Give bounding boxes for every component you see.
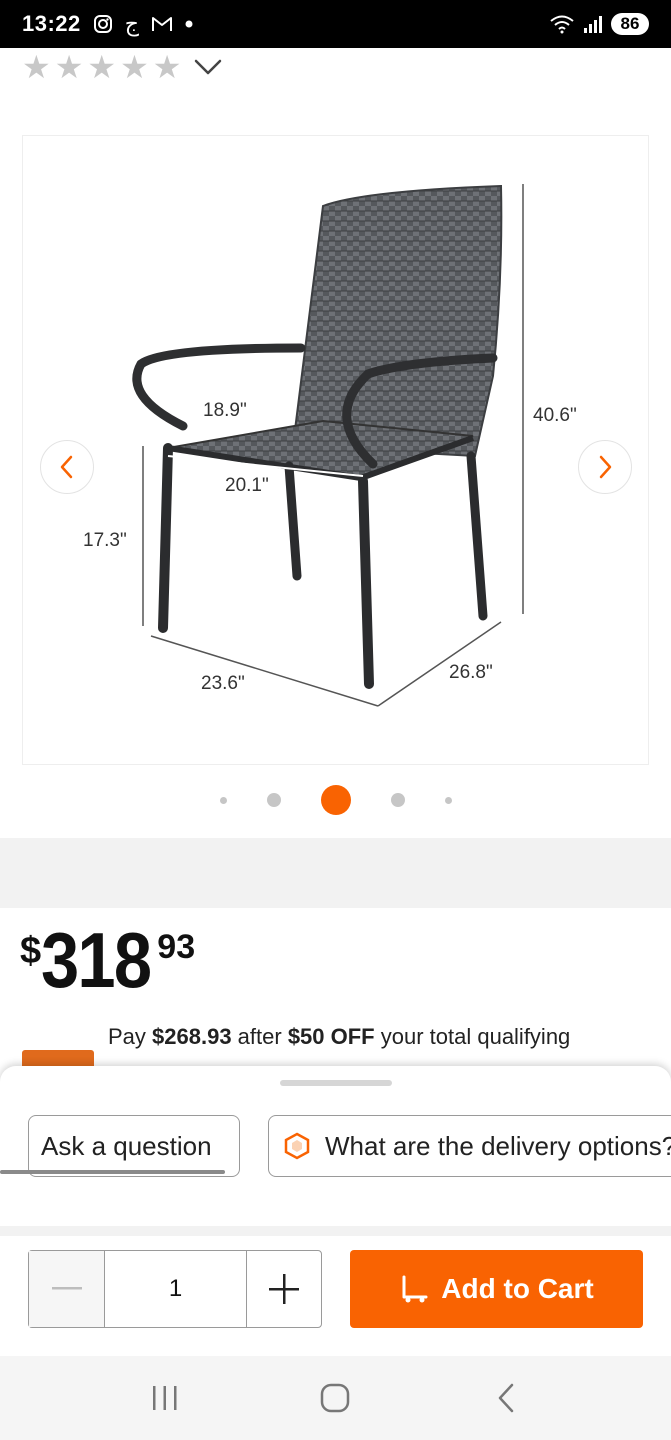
- instagram-icon: [93, 15, 112, 33]
- back-icon: [498, 1383, 514, 1413]
- gallery-pagination: [0, 782, 671, 818]
- gallery-next-button[interactable]: [578, 440, 632, 494]
- battery-level: 86: [611, 13, 649, 35]
- status-time: 13:22: [22, 11, 81, 36]
- star-icon: ★: [87, 49, 117, 85]
- system-nav-bar: [0, 1356, 671, 1440]
- dim-label-seat-width: 20.1": [225, 475, 269, 496]
- delivery-options-label: What are the delivery options?: [325, 1130, 671, 1161]
- status-notification-icons: ج: [93, 11, 193, 37]
- gallery-dot[interactable]: [444, 796, 452, 804]
- price-cents: 93: [157, 928, 196, 966]
- price-dollars: 318: [41, 916, 152, 1004]
- gmail-icon: [151, 17, 172, 31]
- chevron-left-icon: [60, 455, 73, 479]
- dot-icon: [185, 20, 193, 28]
- star-icon: ★: [120, 49, 149, 85]
- status-system-icons: 86: [549, 13, 649, 35]
- promo-suffix: your total qualifying: [374, 1024, 571, 1049]
- add-to-cart-label: Add to Cart: [441, 1273, 594, 1304]
- product-image[interactable]: 18.9" 20.1" 40.6" 17.3" 23.6" 26.8": [23, 136, 650, 766]
- plus-icon: [269, 1274, 299, 1304]
- increment-button[interactable]: [247, 1251, 321, 1327]
- arabic-app-icon: ج: [124, 11, 139, 36]
- dim-label-top-depth: 18.9": [203, 400, 247, 421]
- ask-question-chip[interactable]: Ask a question: [28, 1115, 240, 1177]
- gallery-prev-button[interactable]: [40, 440, 94, 494]
- gallery-dot[interactable]: [390, 793, 405, 807]
- chip-scrollbar[interactable]: [0, 1170, 225, 1174]
- delivery-options-chip[interactable]: What are the delivery options?: [268, 1115, 671, 1177]
- promo-amount: $268.93: [152, 1024, 232, 1049]
- dim-label-seat-height: 17.3": [83, 530, 127, 551]
- star-icon: ★: [54, 49, 84, 85]
- quantity-stepper: 1: [28, 1250, 322, 1328]
- promo-mid: after: [231, 1024, 288, 1049]
- ai-hexagon-icon: [283, 1132, 311, 1160]
- back-button[interactable]: [476, 1368, 536, 1428]
- chevron-right-icon: [599, 455, 612, 479]
- cart-dolly-icon: [399, 1274, 429, 1304]
- home-icon: [321, 1383, 350, 1413]
- gallery-dot[interactable]: [219, 796, 227, 804]
- gallery-dot[interactable]: [266, 793, 281, 807]
- section-divider: [0, 1226, 671, 1236]
- product-gallery: 18.9" 20.1" 40.6" 17.3" 23.6" 26.8": [0, 110, 671, 840]
- rating-row[interactable]: ★ ★ ★ ★ ★: [22, 50, 223, 84]
- dim-label-base-width: 23.6": [201, 673, 245, 694]
- ask-question-label: Ask a question: [41, 1130, 212, 1161]
- product-price: $ 318 93: [20, 918, 195, 1002]
- section-divider: [0, 838, 671, 908]
- quantity-input[interactable]: 1: [104, 1251, 247, 1327]
- recent-apps-icon: [153, 1386, 177, 1410]
- chevron-down-icon[interactable]: [193, 57, 223, 77]
- decrement-button[interactable]: [29, 1251, 104, 1327]
- minus-icon: [51, 1287, 82, 1290]
- price-currency: $: [20, 930, 42, 972]
- star-icon: ★: [152, 49, 182, 85]
- dim-label-height: 40.6": [533, 405, 577, 426]
- recent-apps-button[interactable]: [135, 1368, 195, 1428]
- wifi-icon: [550, 15, 574, 34]
- dim-label-base-depth: 26.8": [449, 662, 493, 683]
- status-bar: 13:22 ج 86: [0, 0, 671, 48]
- star-icon: ★: [22, 49, 51, 85]
- add-to-cart-button[interactable]: Add to Cart: [350, 1250, 643, 1328]
- gallery-dot-active[interactable]: [320, 785, 351, 815]
- promo-prefix: Pay: [108, 1024, 153, 1049]
- home-button[interactable]: [305, 1368, 365, 1428]
- signal-icon: [584, 16, 602, 33]
- sheet-drag-handle[interactable]: [280, 1080, 392, 1086]
- promo-text: Pay $268.93 after $50 OFF your total qua…: [108, 1024, 570, 1050]
- bottom-sheet: Ask a question What are the delivery opt…: [0, 1066, 671, 1226]
- promo-discount: $50 OFF: [287, 1024, 375, 1049]
- product-image-frame: 18.9" 20.1" 40.6" 17.3" 23.6" 26.8": [22, 135, 649, 765]
